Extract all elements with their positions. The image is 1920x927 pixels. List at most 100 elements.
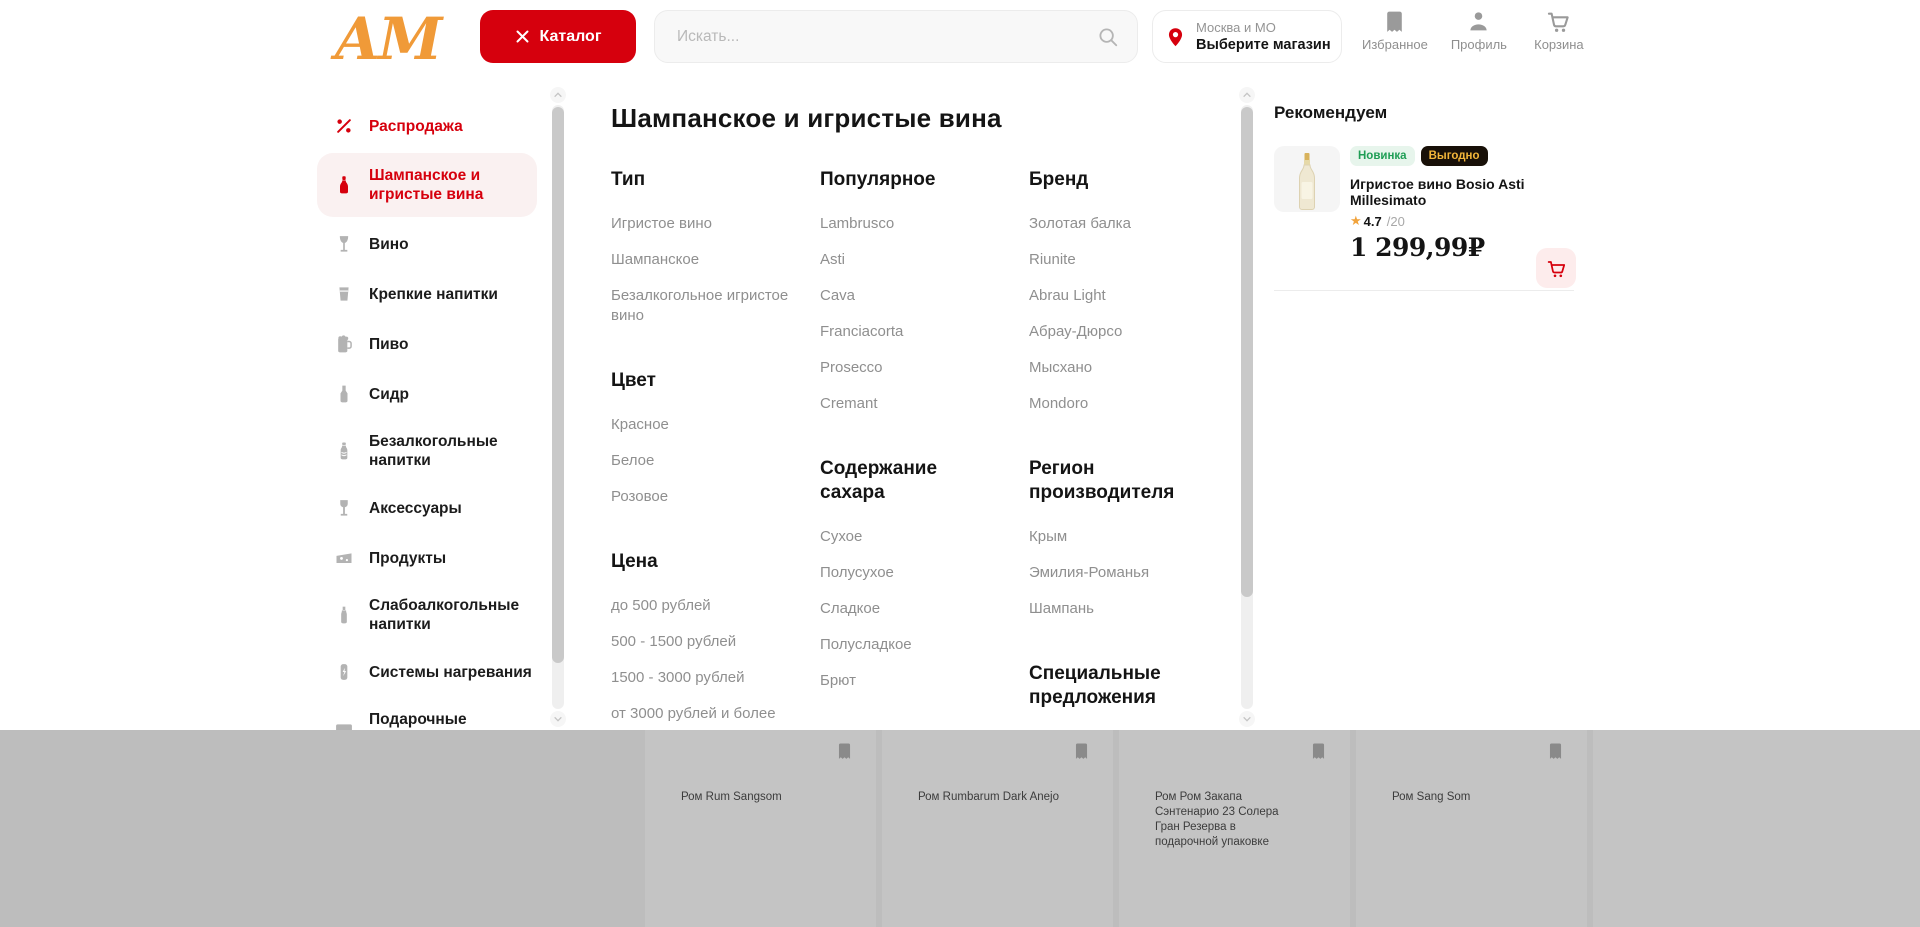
menu-link[interactable]: Эмилия-Романья — [1029, 563, 1225, 583]
catalog-button-label: Каталог — [540, 28, 602, 46]
product-price: 1 299,99₽ — [1350, 233, 1540, 262]
menu-link[interactable]: Lambrusco — [820, 214, 998, 234]
scrollbar-thumb[interactable] — [552, 107, 564, 663]
menu-link[interactable]: 1500 - 3000 рублей — [611, 668, 789, 688]
menu-link[interactable]: Полусладкое — [820, 635, 998, 655]
badge-new: Новинка — [1350, 146, 1415, 166]
rating-scale: /20 — [1387, 214, 1405, 229]
menu-section: Специальные предложенияШампанское в пода… — [1029, 662, 1225, 730]
menu-link[interactable]: от 3000 рублей и более — [611, 704, 789, 724]
add-to-cart-button[interactable] — [1536, 248, 1576, 288]
recommended-section: Рекомендуем Новинка Выгодно Игристое вин… — [1274, 103, 1580, 291]
dimmed-page-overlay[interactable]: Ром Rum SangsomРом Rumbarum Dark AnejoРо… — [0, 730, 1920, 927]
menu-link[interactable]: Сладкое — [820, 599, 998, 619]
search-icon[interactable] — [1097, 26, 1119, 48]
sidebar-item-spirits[interactable]: Крепкие напитки — [333, 269, 539, 319]
menu-link[interactable]: до 500 рублей — [611, 596, 789, 616]
product-badges: Новинка Выгодно — [1350, 146, 1540, 166]
sidebar-item-cider[interactable]: Сидр — [333, 369, 539, 419]
small-bottle-icon — [333, 603, 355, 627]
background-product-card — [1593, 730, 1920, 927]
menu-title: Шампанское и игристые вина — [611, 103, 1256, 134]
menu-link[interactable]: Abrau Light — [1029, 286, 1225, 306]
sidebar-item-champagne[interactable]: Шампанское и игристые вина — [317, 153, 537, 217]
menu-link[interactable]: Игристое вино — [611, 214, 789, 234]
background-product-name: Ром Sang Som — [1392, 790, 1534, 805]
menu-section: Бренд Золотая балка Riunite Abrau Light Абра… — [1029, 168, 1225, 430]
location-selector[interactable]: Москва и МО Выберите магазин — [1152, 10, 1342, 63]
menu-link[interactable]: Розовое — [611, 487, 789, 507]
menu-link[interactable]: Золотая балка — [1029, 214, 1225, 234]
sidebar-item-wine[interactable]: Вино — [333, 219, 539, 269]
bookmark-icon — [1072, 739, 1091, 763]
sidebar-item-sale[interactable]: Распродажа — [333, 101, 539, 151]
menu-link[interactable]: Franciacorta — [820, 322, 998, 342]
menu-section: Цвет Красное Белое Розовое — [611, 369, 789, 523]
sidebar-item-label: Системы нагревания — [369, 663, 532, 682]
cart-icon — [1546, 258, 1567, 279]
search-input[interactable] — [655, 28, 1097, 46]
header-nav: Избранное Профиль Корзина — [1362, 9, 1588, 52]
scrollbar-thumb[interactable] — [1241, 107, 1253, 597]
sidebar-item-label: Вино — [369, 235, 409, 254]
sidebar-item-label: Распродажа — [369, 117, 463, 136]
menu-link[interactable]: Крым — [1029, 527, 1225, 547]
sidebar-item-accessories[interactable]: Аксессуары — [333, 483, 539, 533]
sidebar-scrollbar[interactable] — [550, 87, 566, 727]
header-nav-bookmark[interactable]: Избранное — [1362, 9, 1428, 52]
menu-link[interactable]: Абрау-Дюрсо — [1029, 322, 1225, 342]
menu-link[interactable]: Полусухое — [820, 563, 998, 583]
location-action: Выберите магазин — [1196, 36, 1331, 54]
menu-link[interactable]: Безалкогольное игристое вино — [611, 286, 789, 326]
background-product-name: Ром Rum Sangsom — [681, 790, 823, 805]
product-name[interactable]: Игристое вино Bosio Asti Millesimato — [1350, 176, 1540, 208]
sidebar-item-lowalcohol[interactable]: Слабоалкогольные напитки — [333, 583, 539, 647]
menu-link[interactable]: 500 - 1500 рублей — [611, 632, 789, 652]
menu-link[interactable]: Мысхано — [1029, 358, 1225, 378]
menu-link[interactable]: Riunite — [1029, 250, 1225, 270]
menu-link[interactable]: Брют — [820, 671, 998, 691]
chevron-up-icon[interactable] — [1239, 87, 1255, 103]
menu-link[interactable]: Cava — [820, 286, 998, 306]
menu-link[interactable]: Сухое — [820, 527, 998, 547]
header-nav-label: Корзина — [1534, 37, 1584, 52]
site-logo[interactable]: АМ — [334, 2, 439, 72]
menu-section: Ценадо 500 рублей500 - 1500 рублей1500 -… — [611, 550, 789, 730]
background-product-card: Ром Rum Sangsom — [645, 730, 876, 927]
chevron-down-icon[interactable] — [1239, 711, 1255, 727]
percent-icon — [333, 114, 355, 138]
person-icon — [1466, 9, 1491, 34]
product-image[interactable] — [1274, 146, 1340, 212]
menu-link[interactable]: Шампань — [1029, 599, 1225, 619]
sidebar-item-giftcards[interactable]: Подарочные сертификаты — [333, 697, 539, 730]
menu-link[interactable]: Cremant — [820, 394, 998, 414]
badge-deal: Выгодно — [1421, 146, 1488, 166]
catalog-button[interactable]: Каталог — [480, 10, 636, 63]
menu-link[interactable]: Asti — [820, 250, 998, 270]
menu-column: ТипИгристое виноШампанскоеБезалкогольное… — [611, 168, 789, 730]
goblet-icon — [333, 496, 355, 520]
sidebar-item-label: Продукты — [369, 549, 446, 568]
header-nav-cart[interactable]: Корзина — [1530, 9, 1588, 52]
sidebar-item-beer[interactable]: Пиво — [333, 319, 539, 369]
menu-section-header: Цвет — [611, 369, 789, 393]
sidebar-item-heating[interactable]: Системы нагревания — [333, 647, 539, 697]
menu-scrollbar[interactable] — [1239, 87, 1255, 727]
menu-link[interactable]: Белое — [611, 451, 789, 471]
sidebar-item-nonalcoholic[interactable]: Безалкогольные напитки — [333, 419, 539, 483]
sidebar-item-food[interactable]: Продукты — [333, 533, 539, 583]
divider — [1274, 290, 1574, 291]
menu-link[interactable]: Красное — [611, 415, 789, 435]
sidebar-item-label: Крепкие напитки — [369, 285, 498, 304]
menu-link[interactable]: Mondoro — [1029, 394, 1225, 414]
menu-section: Содержание сахара Сухое Полусухое Сладкое По… — [820, 457, 998, 707]
chevron-down-icon[interactable] — [550, 711, 566, 727]
menu-section-header: Содержание сахара — [820, 457, 998, 505]
header-nav-person[interactable]: Профиль — [1450, 9, 1508, 52]
menu-link[interactable]: Prosecco — [820, 358, 998, 378]
menu-section-header: Бренд — [1029, 168, 1225, 192]
chevron-up-icon[interactable] — [550, 87, 566, 103]
menu-link[interactable]: Шампанское — [611, 250, 789, 270]
beer-mug-icon — [333, 332, 355, 356]
champagne-bottle-image — [1294, 152, 1320, 212]
